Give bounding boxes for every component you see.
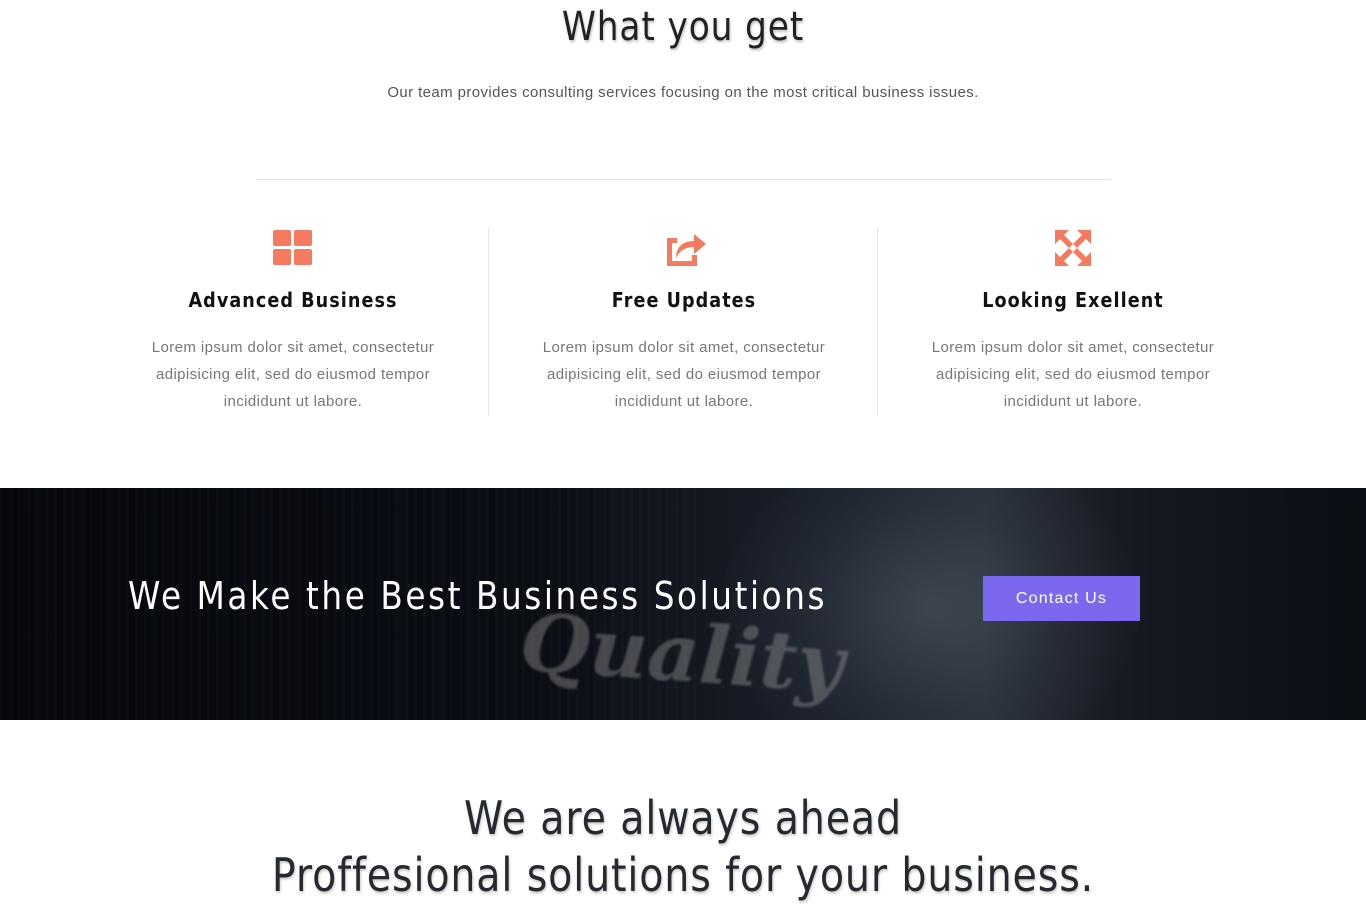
feature-description: Lorem ipsum dolor sit amet, consectetur …: [931, 339, 1215, 410]
section-title: What you get: [561, 4, 805, 50]
section-subtitle: Our team provides consulting services fo…: [387, 84, 979, 101]
ahead-title-line1: We are always ahead: [463, 791, 903, 845]
share-icon: [667, 234, 706, 266]
feature-description: Lorem ipsum dolor sit amet, consectetur …: [151, 339, 435, 410]
feature-looking-excellent: Looking Exellent Lorem ipsum dolor sit a…: [877, 228, 1268, 416]
ahead-title: We are always ahead Proffesional solutio…: [96, 790, 1271, 904]
what-you-get-section: What you get Our team provides consultin…: [0, 0, 1366, 488]
feature-title: Looking Exellent: [982, 288, 1164, 312]
feature-description: Lorem ipsum dolor sit amet, consectetur …: [542, 339, 826, 410]
ahead-title-line2: Proffesional solutions for your business…: [271, 848, 1095, 902]
grid-icon: [273, 230, 312, 265]
section-divider: [256, 179, 1111, 180]
banner-headline: We Make the Best Business Solutions: [128, 574, 828, 618]
feature-title: Free Updates: [611, 288, 757, 312]
feature-advanced-business: Advanced Business Lorem ipsum dolor sit …: [98, 228, 488, 416]
contact-us-button[interactable]: Contact Us: [983, 576, 1140, 621]
expand-arrows-icon: [1055, 230, 1091, 266]
feature-free-updates: Free Updates Lorem ipsum dolor sit amet,…: [488, 228, 879, 416]
feature-title: Advanced Business: [188, 288, 398, 312]
